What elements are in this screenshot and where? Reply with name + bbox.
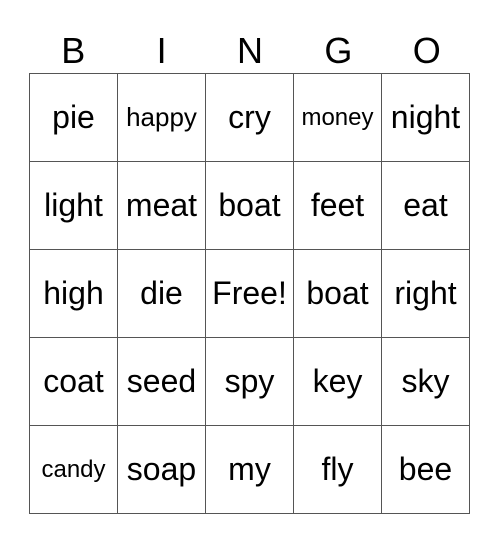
bingo-cell[interactable]: boat bbox=[206, 162, 294, 250]
bingo-cell[interactable]: light bbox=[30, 162, 118, 250]
bingo-cell[interactable]: money bbox=[294, 74, 382, 162]
bingo-cell[interactable]: soap bbox=[118, 426, 206, 514]
bingo-header: B I N G O bbox=[29, 30, 471, 72]
bingo-cell[interactable]: spy bbox=[206, 338, 294, 426]
bingo-cell[interactable]: bee bbox=[382, 426, 470, 514]
header-letter-n: N bbox=[236, 30, 263, 71]
header-letter-b: B bbox=[61, 30, 86, 71]
bingo-cell[interactable]: meat bbox=[118, 162, 206, 250]
bingo-cell[interactable]: feet bbox=[294, 162, 382, 250]
bingo-cell[interactable]: die bbox=[118, 250, 206, 338]
header-letter-o: O bbox=[412, 30, 441, 71]
bingo-cell[interactable]: key bbox=[294, 338, 382, 426]
bingo-cell[interactable]: fly bbox=[294, 426, 382, 514]
bingo-cell[interactable]: right bbox=[382, 250, 470, 338]
bingo-cell[interactable]: cry bbox=[206, 74, 294, 162]
header-letter-i: I bbox=[156, 30, 167, 71]
header-letter-g: G bbox=[324, 30, 353, 71]
bingo-card: pie happy cry money night light meat boa… bbox=[29, 73, 470, 514]
bingo-cell[interactable]: coat bbox=[30, 338, 118, 426]
bingo-cell[interactable]: seed bbox=[118, 338, 206, 426]
bingo-cell[interactable]: sky bbox=[382, 338, 470, 426]
bingo-cell[interactable]: eat bbox=[382, 162, 470, 250]
bingo-cell[interactable]: my bbox=[206, 426, 294, 514]
bingo-cell[interactable]: high bbox=[30, 250, 118, 338]
bingo-cell[interactable]: pie bbox=[30, 74, 118, 162]
free-space-cell[interactable]: Free! bbox=[206, 250, 294, 338]
bingo-cell[interactable]: happy bbox=[118, 74, 206, 162]
bingo-cell[interactable]: boat bbox=[294, 250, 382, 338]
bingo-cell[interactable]: candy bbox=[30, 426, 118, 514]
bingo-cell[interactable]: night bbox=[382, 74, 470, 162]
